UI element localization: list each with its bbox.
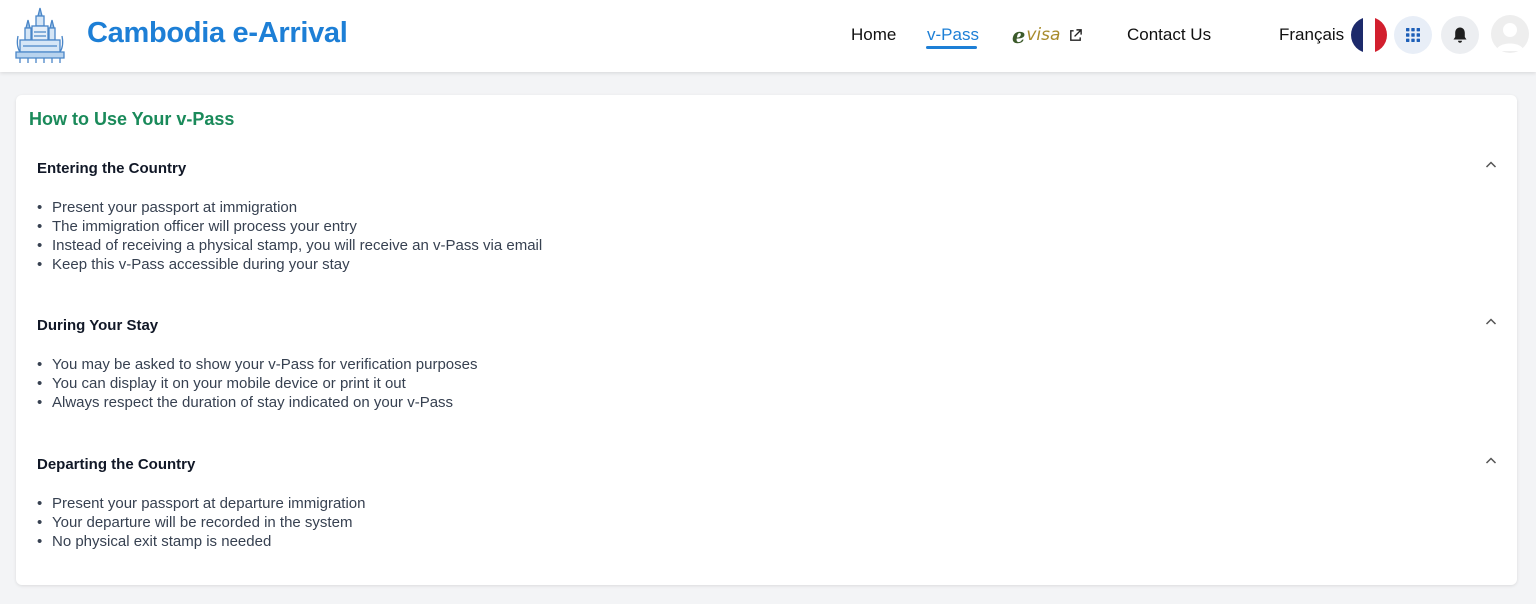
nav-vpass-link[interactable]: v-Pass <box>927 25 979 45</box>
user-icon <box>1496 23 1524 51</box>
apps-menu-button[interactable] <box>1394 16 1432 54</box>
section-title[interactable]: Entering the Country <box>37 160 186 177</box>
list-item: Always respect the duration of stay indi… <box>37 393 478 412</box>
notifications-button[interactable] <box>1441 16 1479 54</box>
list-item: Keep this v-Pass accessible during your … <box>37 255 542 274</box>
nav-evisa-link[interactable]: e visa <box>1012 22 1083 48</box>
vpass-usage-card: How to Use Your v-Pass Entering the Coun… <box>16 95 1517 585</box>
list-item: You can display it on your mobile device… <box>37 374 478 393</box>
list-item: The immigration officer will process you… <box>37 217 542 236</box>
chevron-up-icon[interactable] <box>1484 158 1498 172</box>
card-title: How to Use Your v-Pass <box>29 109 235 129</box>
bell-icon <box>1453 27 1467 43</box>
list-item: Your departure will be recorded in the s… <box>37 513 365 532</box>
user-avatar[interactable] <box>1491 15 1529 53</box>
top-header: Cambodia e-Arrival Home v-Pass e visa Co… <box>0 0 1536 72</box>
section-list: Present your passport at departure immig… <box>37 494 366 551</box>
nav-home-link[interactable]: Home <box>851 25 896 45</box>
list-item: You may be asked to show your v-Pass for… <box>37 355 477 374</box>
list-item: Present your passport at departure immig… <box>37 494 366 513</box>
section-title[interactable]: During Your Stay <box>37 317 158 334</box>
french-flag-icon[interactable] <box>1351 17 1387 53</box>
angkor-emblem-icon[interactable] <box>14 6 66 64</box>
grid-icon <box>1406 28 1420 42</box>
language-switch[interactable]: Français <box>1279 25 1344 45</box>
chevron-up-icon[interactable] <box>1484 454 1498 468</box>
nav-contact-link[interactable]: Contact Us <box>1127 25 1211 45</box>
external-link-icon <box>1070 28 1083 41</box>
section-list: You may be asked to show your v-Pass for… <box>37 355 478 412</box>
list-item: Present your passport at immigration <box>37 198 542 217</box>
evisa-logo-text: visa <box>1026 25 1061 45</box>
section-title[interactable]: Departing the Country <box>37 456 195 473</box>
list-item: No physical exit stamp is needed <box>37 532 365 551</box>
evisa-logo-mark: e <box>1012 22 1026 48</box>
active-nav-indicator <box>926 46 977 49</box>
section-list: Present your passport at immigration The… <box>37 198 542 274</box>
list-item: Instead of receiving a physical stamp, y… <box>37 236 542 255</box>
app-title[interactable]: Cambodia e-Arrival <box>87 17 348 50</box>
chevron-up-icon[interactable] <box>1484 315 1498 329</box>
